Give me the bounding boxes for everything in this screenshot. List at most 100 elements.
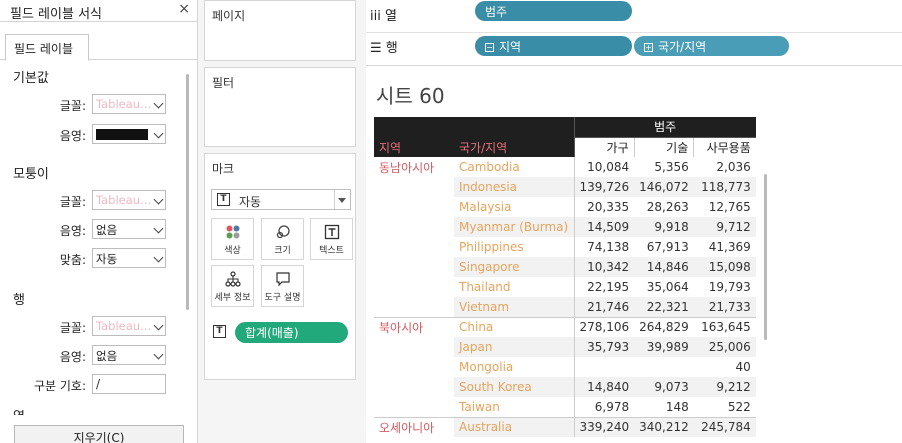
furniture-value[interactable]: 74,138	[573, 237, 635, 257]
sheet-scrollbar[interactable]	[764, 174, 767, 340]
columns-pill-category[interactable]: 범주	[475, 1, 632, 21]
corner-font-select[interactable]: Tableau...	[92, 190, 166, 210]
technology-value[interactable]: 14,846	[634, 257, 694, 277]
technology-value[interactable]: 146,072	[634, 177, 694, 197]
furniture-value[interactable]: 10,084	[573, 157, 635, 177]
filters-card[interactable]: 필터	[204, 67, 356, 147]
country-cell[interactable]: Philippines	[454, 237, 574, 257]
furniture-value[interactable]: 20,335	[573, 197, 635, 217]
region-cell[interactable]	[374, 297, 454, 317]
country-cell[interactable]: China	[454, 316, 574, 337]
office-supplies-value[interactable]: 118,773	[693, 177, 756, 197]
clear-button[interactable]: 지우기(C)	[14, 425, 184, 443]
technology-value[interactable]: 22,321	[634, 297, 694, 317]
country-cell[interactable]: Myanmar (Burma)	[454, 217, 574, 237]
technology-value[interactable]: 148	[634, 397, 694, 417]
furniture-value[interactable]: 35,793	[573, 337, 635, 357]
region-cell[interactable]	[374, 377, 454, 397]
technology-value[interactable]	[634, 357, 694, 377]
furniture-value[interactable]: 6,978	[573, 397, 635, 417]
country-cell[interactable]: Vietnam	[454, 297, 574, 317]
office-supplies-value[interactable]: 15,098	[693, 257, 756, 277]
region-cell[interactable]: 북아시아	[374, 316, 454, 337]
text-button[interactable]: 텍스트	[310, 218, 353, 260]
office-supplies-value[interactable]: 40	[694, 357, 756, 377]
corner-align-select[interactable]: 자동	[92, 248, 166, 268]
collapse-icon[interactable]: −	[485, 43, 494, 52]
furniture-value[interactable]: 14,840	[573, 377, 635, 397]
category-header[interactable]: 범주	[573, 117, 756, 138]
size-button[interactable]: 크기	[261, 218, 304, 260]
country-cell[interactable]: Thailand	[454, 277, 574, 297]
close-icon[interactable]: ×	[178, 1, 190, 17]
rows-pill-country[interactable]: + 국가/지역	[634, 36, 789, 56]
furniture-value[interactable]: 21,746	[573, 297, 635, 317]
country-cell[interactable]: Taiwan	[454, 397, 574, 417]
country-cell[interactable]: Cambodia	[454, 157, 574, 177]
office-supplies-value[interactable]: 245,784	[693, 416, 756, 437]
office-supplies-value[interactable]: 9,212	[693, 377, 756, 397]
tab-field-labels[interactable]: 필드 레이블	[5, 34, 89, 61]
detail-button[interactable]: 세부 정보	[211, 265, 254, 307]
country-cell[interactable]: Singapore	[454, 257, 574, 277]
office-supplies-value[interactable]: 41,369	[694, 237, 756, 257]
region-cell[interactable]	[374, 197, 454, 217]
rows-pill-region[interactable]: − 지역	[475, 36, 632, 56]
office-supplies-value[interactable]: 163,645	[693, 316, 756, 337]
furniture-value[interactable]: 339,240	[573, 416, 635, 437]
region-cell[interactable]: 오세아니아	[374, 416, 454, 437]
office-supplies-value[interactable]: 21,733	[693, 297, 756, 317]
region-cell[interactable]	[374, 337, 454, 357]
region-cell[interactable]	[374, 277, 454, 297]
country-col-header[interactable]: 국가/지역	[454, 137, 574, 157]
region-col-header[interactable]: 지역	[374, 137, 454, 157]
pages-card[interactable]: 페이지	[204, 0, 356, 61]
color-button[interactable]: 색상	[211, 218, 254, 260]
office-supplies-value[interactable]: 2,036	[694, 157, 756, 177]
rows-font-select[interactable]: Tableau...	[92, 316, 166, 336]
country-cell[interactable]: Mongolia	[454, 357, 574, 377]
furniture-value[interactable]: 139,726	[573, 177, 635, 197]
region-cell[interactable]	[374, 217, 454, 237]
furniture-value[interactable]	[573, 357, 635, 377]
country-cell[interactable]: South Korea	[454, 377, 574, 397]
office-supplies-value[interactable]: 9,712	[693, 217, 756, 237]
corner-shading-select[interactable]: 없음	[92, 219, 166, 239]
country-cell[interactable]: Malaysia	[454, 197, 574, 217]
technology-value[interactable]: 264,829	[634, 316, 694, 337]
technology-col-header[interactable]: 기술	[633, 137, 694, 157]
technology-value[interactable]: 28,263	[634, 197, 694, 217]
office-supplies-value[interactable]: 25,006	[693, 337, 756, 357]
default-font-select[interactable]: Tableau...	[92, 94, 166, 114]
region-cell[interactable]: 동남아시아	[374, 157, 454, 177]
office-supplies-value[interactable]: 522	[694, 397, 756, 417]
region-cell[interactable]	[374, 257, 454, 277]
technology-value[interactable]: 67,913	[634, 237, 694, 257]
country-cell[interactable]: Japan	[454, 337, 574, 357]
region-cell[interactable]	[374, 237, 454, 257]
technology-value[interactable]: 9,918	[634, 217, 694, 237]
format-panel-scrollbar[interactable]	[186, 74, 189, 310]
technology-value[interactable]: 340,212	[634, 416, 694, 437]
furniture-value[interactable]: 10,342	[573, 257, 635, 277]
furniture-value[interactable]: 278,106	[573, 316, 635, 337]
technology-value[interactable]: 35,064	[634, 277, 694, 297]
region-cell[interactable]	[374, 357, 454, 377]
furniture-value[interactable]: 22,195	[573, 277, 635, 297]
office-supplies-value[interactable]: 12,765	[694, 197, 756, 217]
office-supplies-col-header[interactable]: 사무용품	[693, 137, 756, 157]
office-supplies-value[interactable]: 19,793	[694, 277, 756, 297]
rows-separator-input[interactable]: /	[92, 374, 166, 394]
technology-value[interactable]: 5,356	[634, 157, 694, 177]
tooltip-button[interactable]: 도구 설명	[261, 265, 304, 307]
furniture-col-header[interactable]: 가구	[573, 137, 635, 157]
region-cell[interactable]	[374, 177, 454, 197]
mark-type-dropdown[interactable]: T 자동	[211, 189, 351, 210]
country-cell[interactable]: Australia	[454, 416, 574, 437]
rows-shading-select[interactable]: 없음	[92, 345, 166, 365]
expand-icon[interactable]: +	[644, 43, 653, 52]
region-cell[interactable]	[374, 397, 454, 417]
technology-value[interactable]: 9,073	[634, 377, 694, 397]
country-cell[interactable]: Indonesia	[454, 177, 574, 197]
sum-sales-pill[interactable]: 합계(매출)	[235, 322, 348, 343]
